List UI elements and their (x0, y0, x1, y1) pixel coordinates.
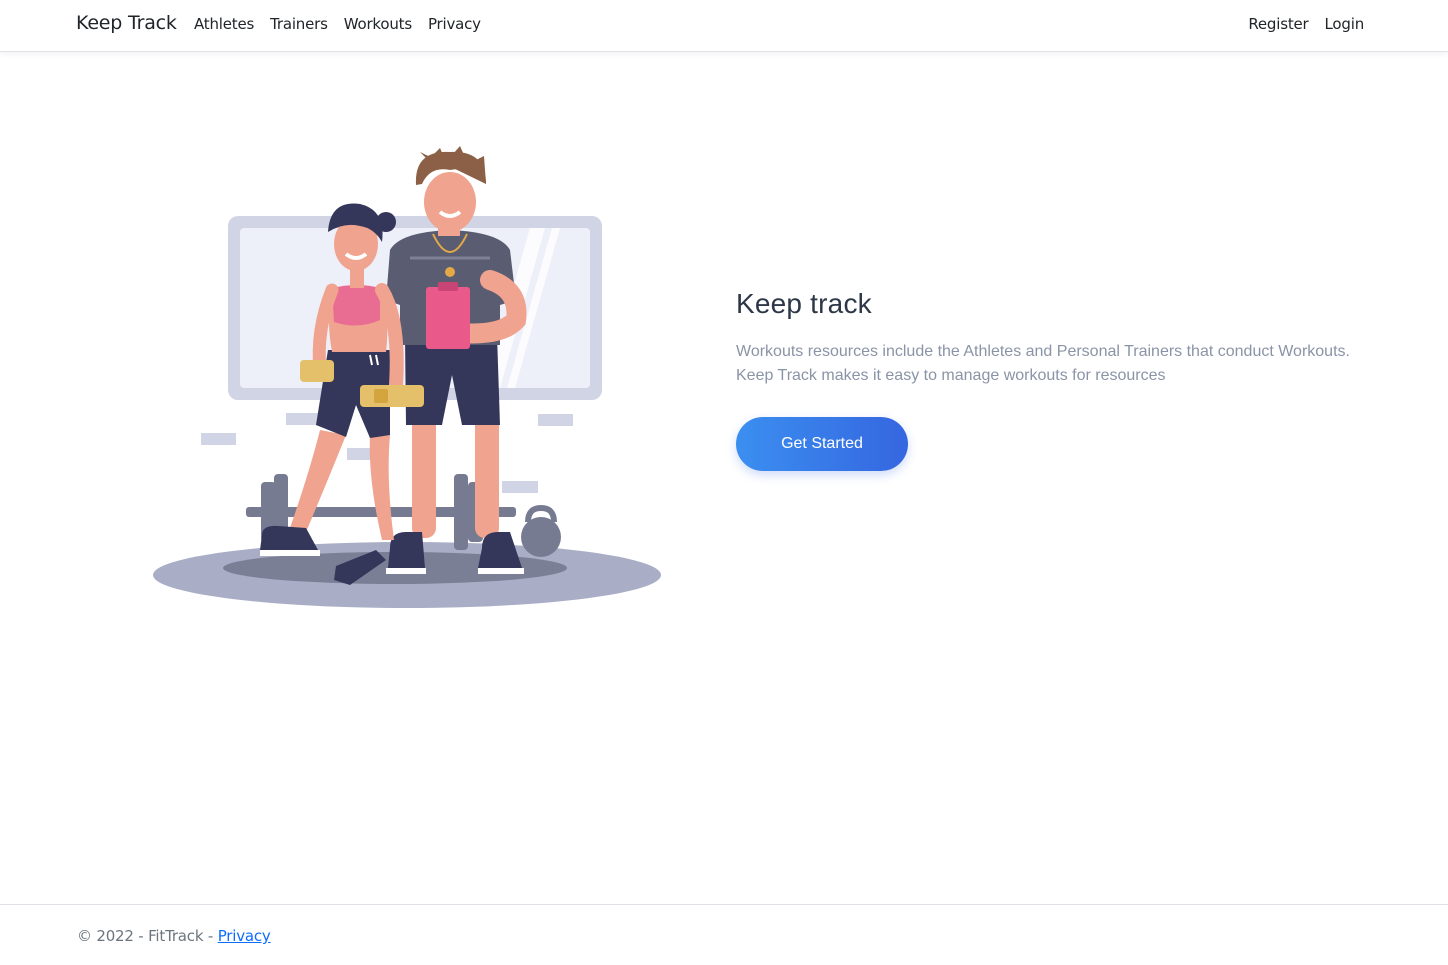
brand-logo-link[interactable]: Keep Track (76, 12, 177, 34)
nav-link-privacy[interactable]: Privacy (428, 15, 481, 33)
hero-title: Keep track (736, 288, 872, 319)
get-started-button[interactable]: Get Started (736, 417, 908, 471)
footer-copyright-text: © 2022 - FitTrack - (77, 927, 218, 945)
account-nav: Register Login (1248, 15, 1364, 33)
nav-link-trainers[interactable]: Trainers (270, 15, 328, 33)
trainer-athlete-illustration-icon (153, 146, 661, 608)
nav-link-athletes[interactable]: Athletes (194, 15, 254, 33)
top-navbar: Keep Track Athletes Trainers Workouts Pr… (0, 0, 1448, 52)
hero-description: Workouts resources include the Athletes … (736, 340, 1376, 388)
nav-link-workouts[interactable]: Workouts (344, 15, 412, 33)
hero-illustration (150, 140, 665, 615)
hero-description-line-2: Keep Track makes it easy to manage worko… (736, 367, 1166, 384)
footer-copyright: © 2022 - FitTrack - Privacy (77, 927, 271, 945)
login-link[interactable]: Login (1325, 15, 1365, 33)
register-link[interactable]: Register (1248, 15, 1308, 33)
footer: © 2022 - FitTrack - Privacy (0, 904, 1448, 965)
hero-text: Keep track Workouts resources include th… (736, 288, 1376, 388)
hero-description-line-1: Workouts resources include the Athletes … (736, 343, 1350, 360)
footer-privacy-link[interactable]: Privacy (218, 927, 271, 945)
primary-nav: Athletes Trainers Workouts Privacy (194, 15, 481, 33)
